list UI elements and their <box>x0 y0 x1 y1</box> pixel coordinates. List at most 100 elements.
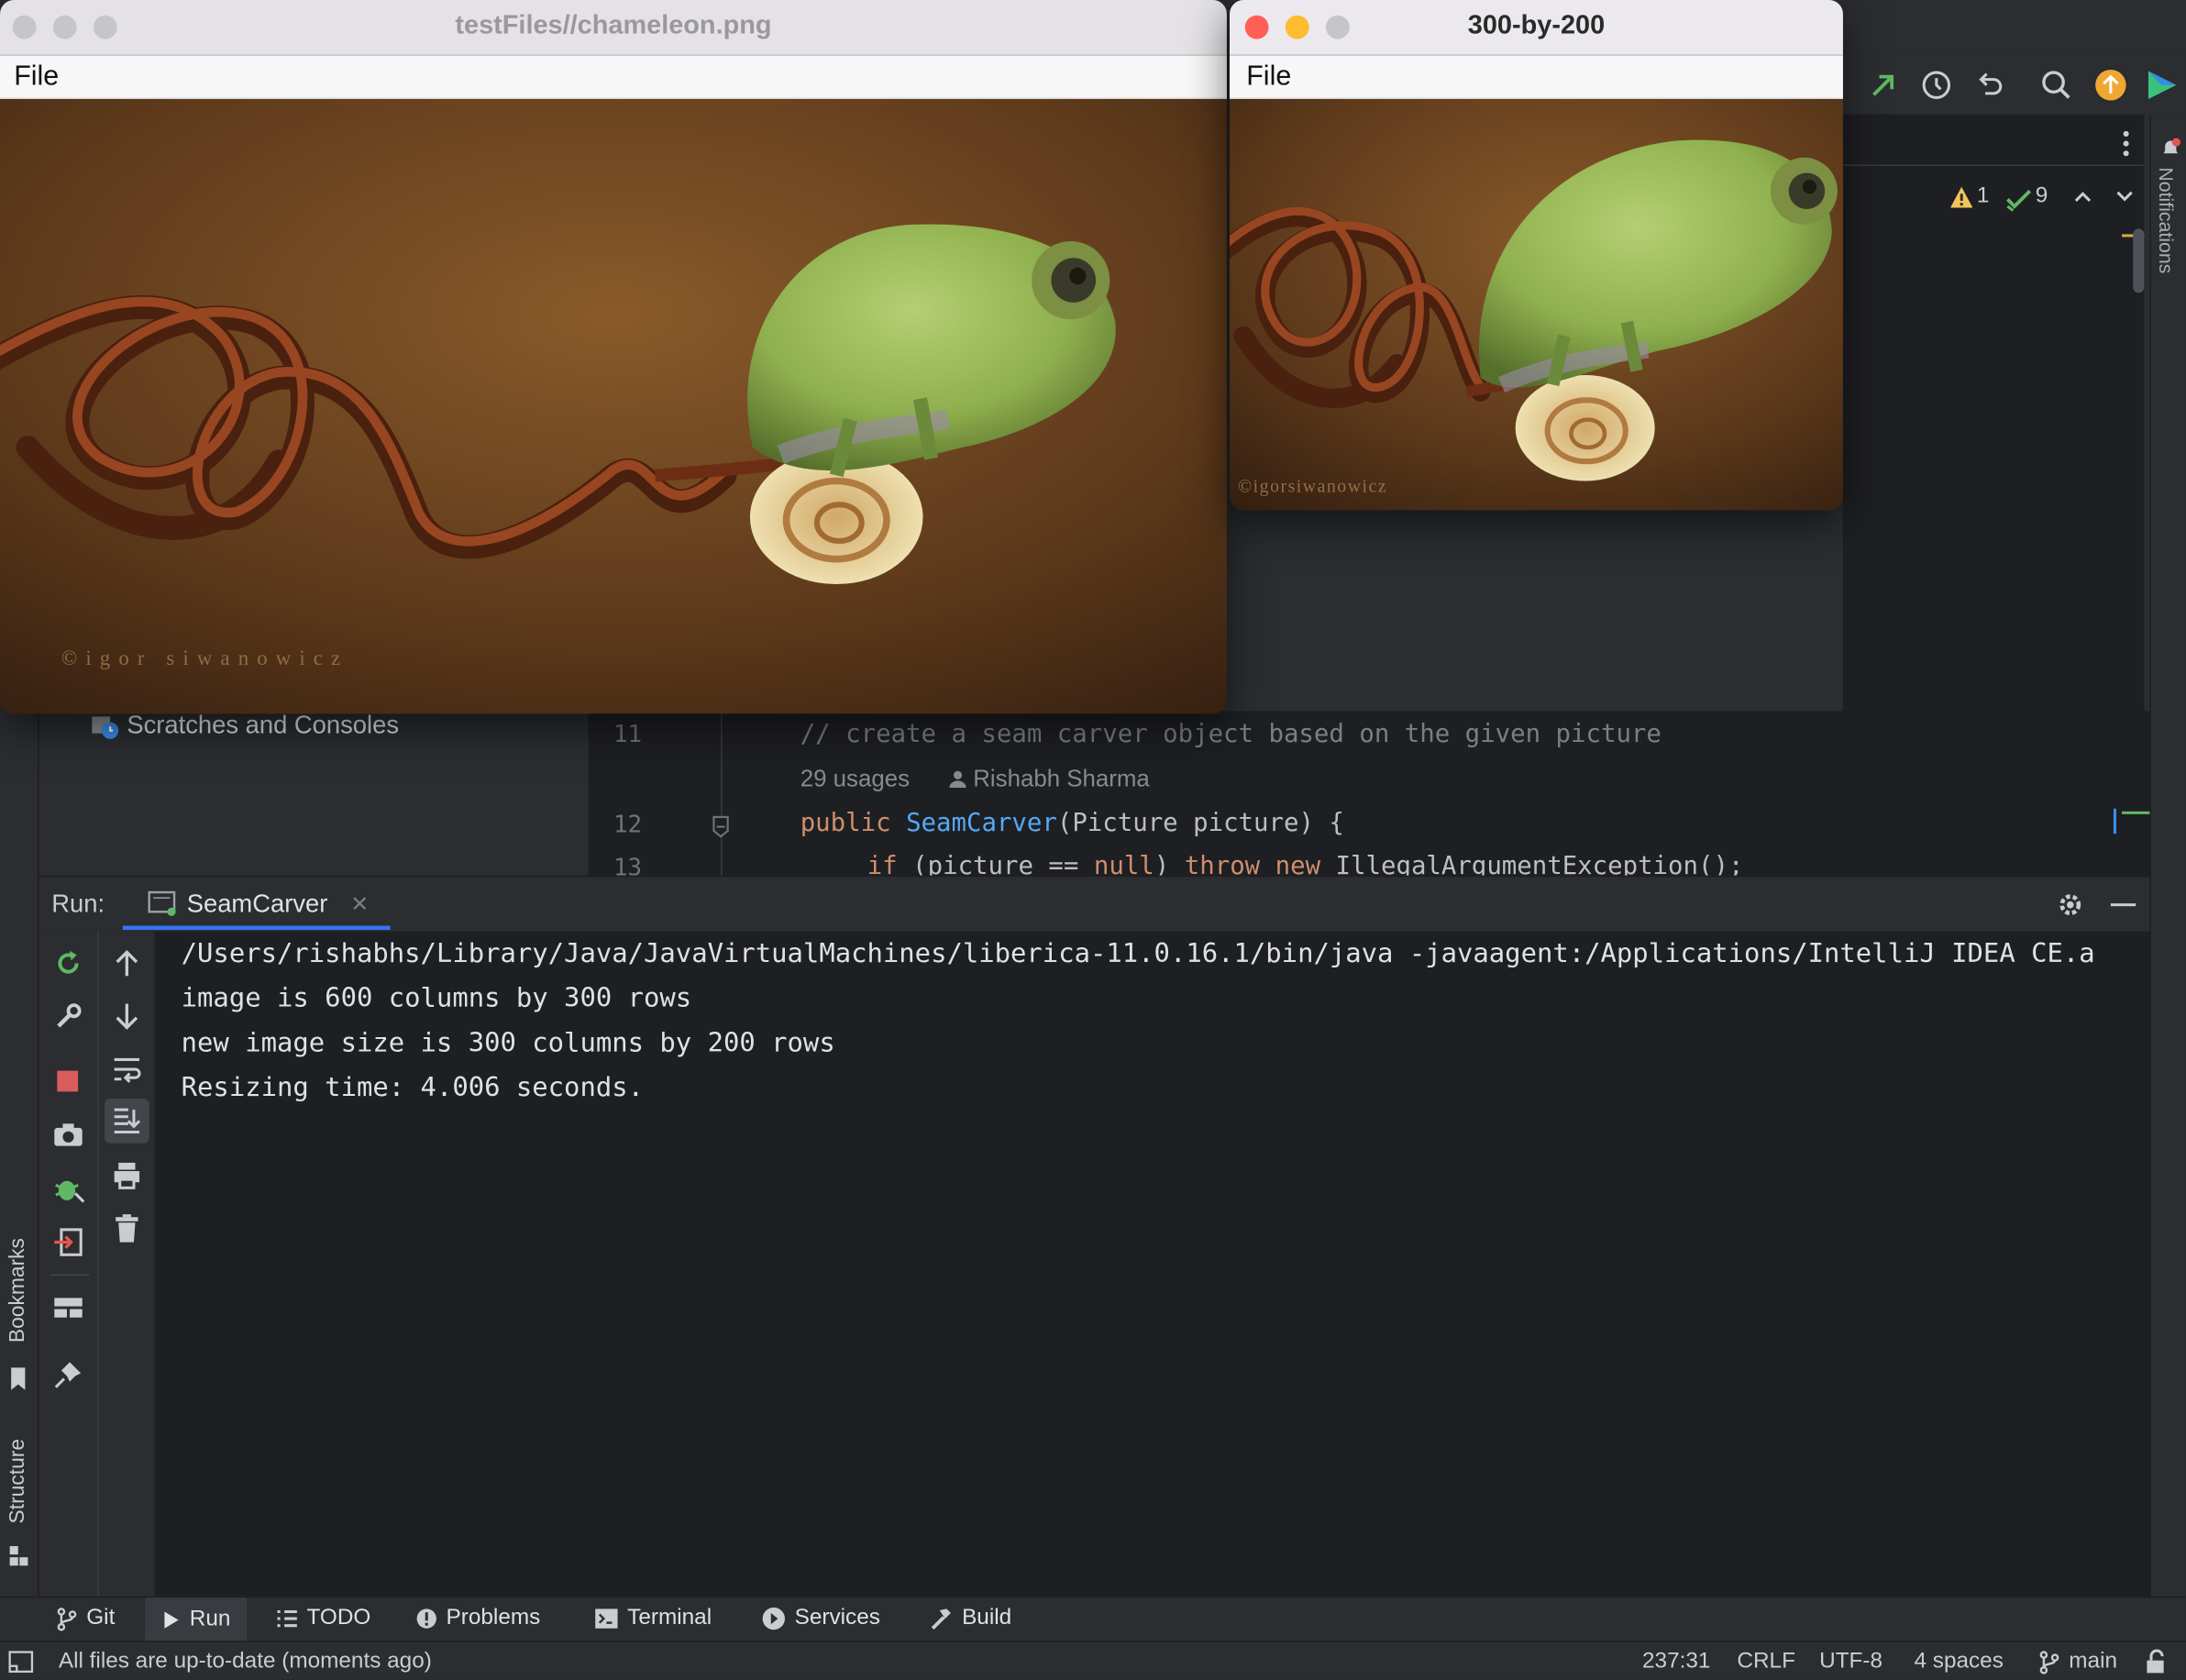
check-icon[interactable] <box>2004 187 2032 212</box>
tab-git[interactable]: Git <box>56 1606 116 1631</box>
keyword: null <box>1093 851 1154 876</box>
more-options-icon[interactable] <box>2116 128 2136 159</box>
down-arrow-icon[interactable] <box>112 1001 142 1032</box>
close-tab-icon[interactable] <box>351 895 368 912</box>
tab-build[interactable]: Build <box>929 1606 1012 1630</box>
git-branch-icon <box>57 1608 77 1631</box>
image-window-resized: 300-by-200 File ©igorsiwanowicz <box>1229 0 1843 511</box>
code-text: (picture == <box>897 851 1094 876</box>
scratches-and-consoles-item[interactable]: Scratches and Consoles <box>127 711 399 740</box>
git-branch[interactable]: main <box>2069 1650 2117 1674</box>
status-message[interactable]: All files are up-to-date (moments ago) <box>59 1650 432 1674</box>
lock-icon[interactable] <box>2144 1649 2166 1674</box>
tab-label: Services <box>794 1606 880 1630</box>
bookmark-icon[interactable] <box>8 1366 28 1391</box>
notifications-label[interactable]: Notifications <box>2156 167 2178 273</box>
caret-position[interactable]: 237:31 <box>1642 1650 1710 1674</box>
line-number: 11 <box>613 720 643 749</box>
line-separator[interactable]: CRLF <box>1737 1650 1795 1674</box>
file-encoding[interactable]: UTF-8 <box>1819 1650 1882 1674</box>
panel-toggle-icon[interactable] <box>8 1651 34 1673</box>
console-line: new image size is 300 columns by 200 row… <box>181 1027 835 1058</box>
pin-icon[interactable] <box>53 1359 83 1389</box>
update-icon[interactable] <box>2092 67 2129 104</box>
minimize-panel-icon[interactable] <box>2110 903 2136 907</box>
ide-toolbar <box>1842 55 2186 115</box>
search-icon[interactable] <box>2038 67 2075 104</box>
problems-icon <box>416 1608 436 1629</box>
file-menu[interactable]: File <box>14 61 59 94</box>
rerun-icon[interactable] <box>53 948 83 978</box>
editor-gutter: 11 12 13 <box>589 711 729 876</box>
code-editor[interactable]: 11 12 13 // create a seam carver object … <box>588 711 2150 876</box>
chameleon-image: ©igor siwanowicz <box>0 98 1227 714</box>
tab-label: Build <box>962 1606 1012 1630</box>
keyword: public <box>800 808 891 838</box>
vcs-push-icon[interactable] <box>1865 67 1902 104</box>
run-console[interactable]: /Users/rishabhs/Library/Java/JavaVirtual… <box>156 931 2150 1597</box>
code-line-13: if (picture == null) throw new IllegalAr… <box>867 852 1744 876</box>
image-window-chameleon: testFiles//chameleon.png File ©igor siwa… <box>0 0 1227 714</box>
chameleon-picture <box>0 98 1227 714</box>
keyword: new <box>1275 851 1321 876</box>
tab-run[interactable]: Run <box>145 1597 248 1641</box>
soft-wrap-icon[interactable] <box>112 1054 142 1084</box>
tab-todo[interactable]: TODO <box>276 1606 370 1630</box>
console-line: /Users/rishabhs/Library/Java/JavaVirtual… <box>181 938 2095 969</box>
fold-marker-icon[interactable] <box>711 814 730 839</box>
tab-problems[interactable]: Problems <box>415 1606 540 1630</box>
tab-services[interactable]: Services <box>761 1606 880 1630</box>
print-icon[interactable] <box>112 1160 142 1190</box>
console-line: image is 600 columns by 300 rows <box>181 982 692 1014</box>
tab-terminal[interactable]: Terminal <box>594 1606 712 1630</box>
resized-picture <box>1229 98 1843 511</box>
scroll-to-end-button[interactable] <box>105 1098 149 1144</box>
structure-icon[interactable] <box>8 1544 30 1566</box>
author-hint[interactable]: Rishabh Sharma <box>973 766 1150 793</box>
exit-icon[interactable] <box>53 1227 83 1257</box>
line-number: 12 <box>613 811 643 840</box>
editor-top-area: 1 9 <box>1842 114 2145 728</box>
tab-label: Terminal <box>627 1606 712 1630</box>
change-marker <box>2122 811 2150 814</box>
settings-gear-icon[interactable] <box>2055 890 2085 920</box>
image-watermark: ©igor siwanowicz <box>61 647 349 671</box>
bookmarks-label[interactable]: Bookmarks <box>6 1238 29 1343</box>
tab-label: Git <box>86 1606 116 1630</box>
up-arrow-icon[interactable] <box>112 948 142 978</box>
console-icon <box>148 890 176 916</box>
usages-hint[interactable]: 29 usages <box>800 766 910 793</box>
warning-icon[interactable] <box>1949 185 1974 210</box>
run-tab-seamcarver[interactable]: SeamCarver <box>122 877 391 931</box>
structure-label[interactable]: Structure <box>6 1439 29 1524</box>
tab-label: TODO <box>306 1606 371 1630</box>
stop-icon[interactable] <box>57 1070 79 1092</box>
services-icon <box>762 1607 785 1630</box>
run-label: Run: <box>51 889 105 918</box>
indent-setting[interactable]: 4 spaces <box>1915 1650 2004 1674</box>
wrench-icon[interactable] <box>53 1001 83 1032</box>
run-icon <box>164 1610 179 1628</box>
editor-scrollbar[interactable] <box>2133 228 2145 293</box>
rollback-icon[interactable] <box>1971 67 2008 104</box>
history-icon[interactable] <box>1918 67 1955 104</box>
window-titlebar[interactable]: testFiles//chameleon.png <box>0 0 1227 56</box>
next-highlight-icon[interactable] <box>2114 187 2136 206</box>
window-titlebar[interactable]: 300-by-200 <box>1229 0 1843 56</box>
layout-icon[interactable] <box>53 1294 83 1321</box>
check-count: 9 <box>2035 183 2048 208</box>
image-watermark: ©igorsiwanowicz <box>1238 475 1388 497</box>
warning-count: 1 <box>1976 183 1990 208</box>
notifications-bell-icon[interactable] <box>2159 137 2181 159</box>
todo-list-icon <box>277 1609 297 1628</box>
project-panel: Scratches and Consoles <box>39 711 589 876</box>
status-bar: All files are up-to-date (moments ago) 2… <box>0 1641 2186 1680</box>
change-marker <box>2113 808 2116 834</box>
file-menu[interactable]: File <box>1246 61 1291 94</box>
camera-icon[interactable] <box>51 1121 84 1148</box>
trash-icon[interactable] <box>112 1213 142 1243</box>
ide-logo-icon[interactable] <box>2144 67 2180 104</box>
previous-highlight-icon[interactable] <box>2071 187 2093 206</box>
line-number: 13 <box>613 854 643 876</box>
debug-rerun-icon[interactable] <box>53 1174 86 1204</box>
